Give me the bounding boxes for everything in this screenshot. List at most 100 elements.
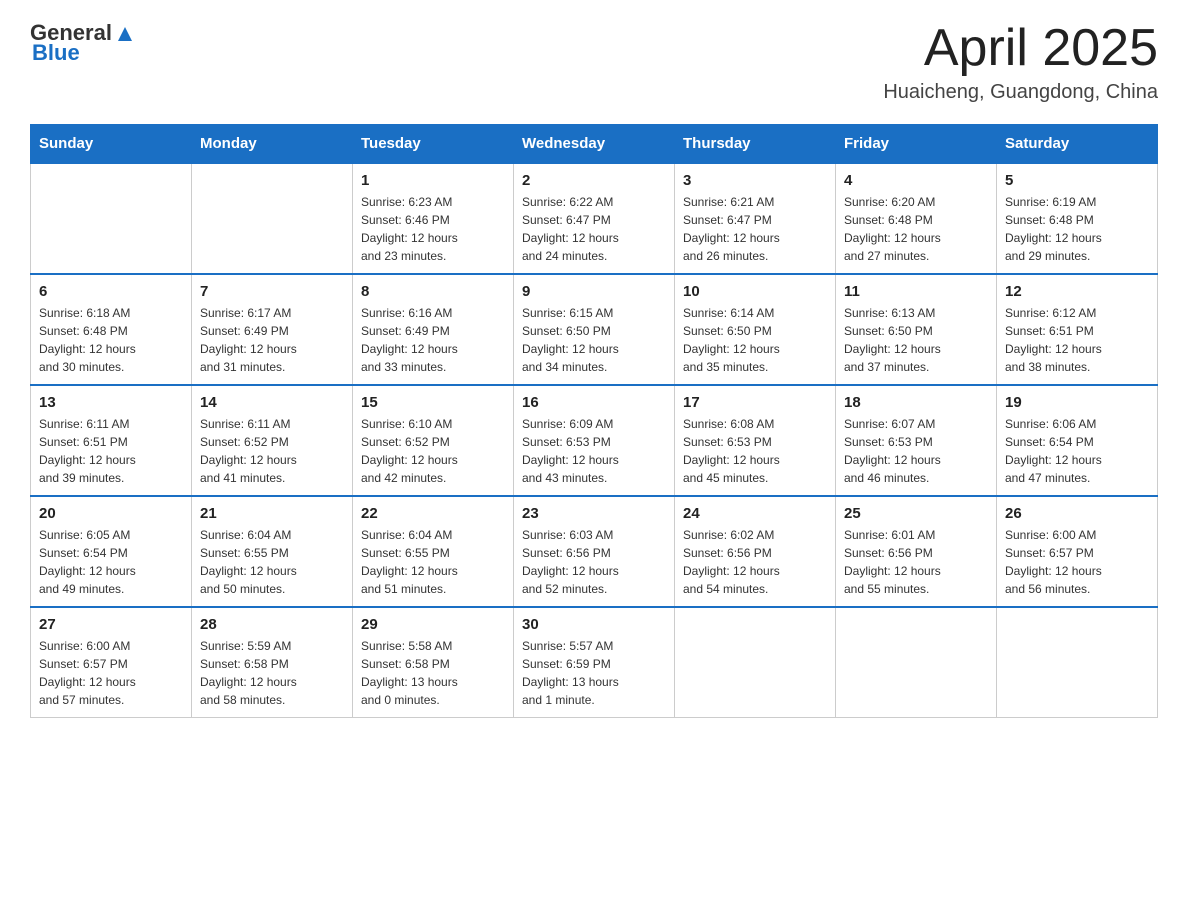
table-row: 16 Sunrise: 6:09 AM Sunset: 6:53 PM Dayli… — [514, 385, 675, 496]
day-number: 30 — [522, 616, 666, 633]
day-info: Sunrise: 6:07 AM Sunset: 6:53 PM Dayligh… — [844, 415, 988, 487]
header-wednesday: Wednesday — [514, 125, 675, 164]
day-info: Sunrise: 6:08 AM Sunset: 6:53 PM Dayligh… — [683, 415, 827, 487]
day-info: Sunrise: 6:17 AM Sunset: 6:49 PM Dayligh… — [200, 304, 344, 376]
table-row: 18 Sunrise: 6:07 AM Sunset: 6:53 PM Dayli… — [836, 385, 997, 496]
location-subtitle: Huaicheng, Guangdong, China — [883, 81, 1158, 104]
table-row: 5 Sunrise: 6:19 AM Sunset: 6:48 PM Daylig… — [997, 163, 1158, 274]
day-info: Sunrise: 6:13 AM Sunset: 6:50 PM Dayligh… — [844, 304, 988, 376]
day-info: Sunrise: 6:16 AM Sunset: 6:49 PM Dayligh… — [361, 304, 505, 376]
day-number: 28 — [200, 616, 344, 633]
table-row: 19 Sunrise: 6:06 AM Sunset: 6:54 PM Dayli… — [997, 385, 1158, 496]
day-number: 9 — [522, 283, 666, 300]
logo-triangle-icon — [114, 23, 136, 45]
day-number: 16 — [522, 394, 666, 411]
table-row: 6 Sunrise: 6:18 AM Sunset: 6:48 PM Daylig… — [31, 274, 192, 385]
day-info: Sunrise: 6:09 AM Sunset: 6:53 PM Dayligh… — [522, 415, 666, 487]
table-row — [192, 163, 353, 274]
day-info: Sunrise: 5:59 AM Sunset: 6:58 PM Dayligh… — [200, 637, 344, 709]
day-number: 3 — [683, 172, 827, 189]
day-info: Sunrise: 6:01 AM Sunset: 6:56 PM Dayligh… — [844, 526, 988, 598]
day-number: 14 — [200, 394, 344, 411]
table-row: 29Sunrise: 5:58 AM Sunset: 6:58 PM Dayli… — [353, 607, 514, 718]
week-row-4: 20Sunrise: 6:05 AM Sunset: 6:54 PM Dayli… — [31, 496, 1158, 607]
day-number: 12 — [1005, 283, 1149, 300]
table-row: 21 Sunrise: 6:04 AM Sunset: 6:55 PM Dayli… — [192, 496, 353, 607]
day-number: 15 — [361, 394, 505, 411]
day-number: 21 — [200, 505, 344, 522]
day-number: 18 — [844, 394, 988, 411]
calendar-header-row: SundayMondayTuesdayWednesdayThursdayFrid… — [31, 125, 1158, 164]
table-row — [836, 607, 997, 718]
table-row: 11 Sunrise: 6:13 AM Sunset: 6:50 PM Dayli… — [836, 274, 997, 385]
week-row-1: 1 Sunrise: 6:23 AM Sunset: 6:46 PM Daylig… — [31, 163, 1158, 274]
day-info: Sunrise: 6:02 AM Sunset: 6:56 PM Dayligh… — [683, 526, 827, 598]
week-row-3: 13 Sunrise: 6:11 AM Sunset: 6:51 PM Dayli… — [31, 385, 1158, 496]
day-number: 11 — [844, 283, 988, 300]
table-row: 27 Sunrise: 6:00 AM Sunset: 6:57 PM Dayli… — [31, 607, 192, 718]
header-monday: Monday — [192, 125, 353, 164]
table-row: 25 Sunrise: 6:01 AM Sunset: 6:56 PM Dayli… — [836, 496, 997, 607]
table-row: 7 Sunrise: 6:17 AM Sunset: 6:49 PM Daylig… — [192, 274, 353, 385]
day-number: 8 — [361, 283, 505, 300]
day-info: Sunrise: 6:10 AM Sunset: 6:52 PM Dayligh… — [361, 415, 505, 487]
day-info: Sunrise: 6:11 AM Sunset: 6:51 PM Dayligh… — [39, 415, 183, 487]
table-row — [997, 607, 1158, 718]
day-info: Sunrise: 6:12 AM Sunset: 6:51 PM Dayligh… — [1005, 304, 1149, 376]
header-thursday: Thursday — [675, 125, 836, 164]
day-info: Sunrise: 6:04 AM Sunset: 6:55 PM Dayligh… — [361, 526, 505, 598]
table-row — [675, 607, 836, 718]
table-row: 15 Sunrise: 6:10 AM Sunset: 6:52 PM Dayli… — [353, 385, 514, 496]
day-info: Sunrise: 6:00 AM Sunset: 6:57 PM Dayligh… — [39, 637, 183, 709]
day-info: Sunrise: 6:18 AM Sunset: 6:48 PM Dayligh… — [39, 304, 183, 376]
day-number: 19 — [1005, 394, 1149, 411]
day-info: Sunrise: 6:03 AM Sunset: 6:56 PM Dayligh… — [522, 526, 666, 598]
table-row: 14 Sunrise: 6:11 AM Sunset: 6:52 PM Dayli… — [192, 385, 353, 496]
day-number: 27 — [39, 616, 183, 633]
day-info: Sunrise: 6:00 AM Sunset: 6:57 PM Dayligh… — [1005, 526, 1149, 598]
table-row: 1 Sunrise: 6:23 AM Sunset: 6:46 PM Daylig… — [353, 163, 514, 274]
day-info: Sunrise: 6:04 AM Sunset: 6:55 PM Dayligh… — [200, 526, 344, 598]
title-block: April 2025 Huaicheng, Guangdong, China — [883, 20, 1158, 104]
day-number: 20 — [39, 505, 183, 522]
day-number: 5 — [1005, 172, 1149, 189]
table-row: 3 Sunrise: 6:21 AM Sunset: 6:47 PM Daylig… — [675, 163, 836, 274]
day-info: Sunrise: 6:11 AM Sunset: 6:52 PM Dayligh… — [200, 415, 344, 487]
day-number: 23 — [522, 505, 666, 522]
table-row: 13 Sunrise: 6:11 AM Sunset: 6:51 PM Dayli… — [31, 385, 192, 496]
week-row-5: 27 Sunrise: 6:00 AM Sunset: 6:57 PM Dayli… — [31, 607, 1158, 718]
logo-blue: Blue — [32, 40, 80, 66]
day-number: 13 — [39, 394, 183, 411]
table-row: 28 Sunrise: 5:59 AM Sunset: 6:58 PM Dayli… — [192, 607, 353, 718]
day-info: Sunrise: 6:19 AM Sunset: 6:48 PM Dayligh… — [1005, 193, 1149, 265]
day-number: 1 — [361, 172, 505, 189]
day-number: 7 — [200, 283, 344, 300]
day-info: Sunrise: 5:57 AM Sunset: 6:59 PM Dayligh… — [522, 637, 666, 709]
day-info: Sunrise: 6:23 AM Sunset: 6:46 PM Dayligh… — [361, 193, 505, 265]
calendar-table: SundayMondayTuesdayWednesdayThursdayFrid… — [30, 124, 1158, 718]
table-row: 30 Sunrise: 5:57 AM Sunset: 6:59 PM Dayli… — [514, 607, 675, 718]
header-friday: Friday — [836, 125, 997, 164]
page-header: General Blue April 2025 Huaicheng, Guang… — [30, 20, 1158, 104]
header-saturday: Saturday — [997, 125, 1158, 164]
table-row: 8 Sunrise: 6:16 AM Sunset: 6:49 PM Daylig… — [353, 274, 514, 385]
day-info: Sunrise: 6:20 AM Sunset: 6:48 PM Dayligh… — [844, 193, 988, 265]
day-number: 25 — [844, 505, 988, 522]
header-sunday: Sunday — [31, 125, 192, 164]
day-number: 4 — [844, 172, 988, 189]
day-info: Sunrise: 6:06 AM Sunset: 6:54 PM Dayligh… — [1005, 415, 1149, 487]
table-row: 20Sunrise: 6:05 AM Sunset: 6:54 PM Dayli… — [31, 496, 192, 607]
table-row: 17Sunrise: 6:08 AM Sunset: 6:53 PM Dayli… — [675, 385, 836, 496]
logo: General Blue — [30, 20, 136, 66]
table-row: 23 Sunrise: 6:03 AM Sunset: 6:56 PM Dayli… — [514, 496, 675, 607]
day-number: 29 — [361, 616, 505, 633]
table-row: 9Sunrise: 6:15 AM Sunset: 6:50 PM Daylig… — [514, 274, 675, 385]
table-row: 10Sunrise: 6:14 AM Sunset: 6:50 PM Dayli… — [675, 274, 836, 385]
day-info: Sunrise: 6:21 AM Sunset: 6:47 PM Dayligh… — [683, 193, 827, 265]
day-number: 10 — [683, 283, 827, 300]
day-number: 22 — [361, 505, 505, 522]
day-number: 26 — [1005, 505, 1149, 522]
table-row: 24Sunrise: 6:02 AM Sunset: 6:56 PM Dayli… — [675, 496, 836, 607]
table-row: 12 Sunrise: 6:12 AM Sunset: 6:51 PM Dayli… — [997, 274, 1158, 385]
day-number: 6 — [39, 283, 183, 300]
